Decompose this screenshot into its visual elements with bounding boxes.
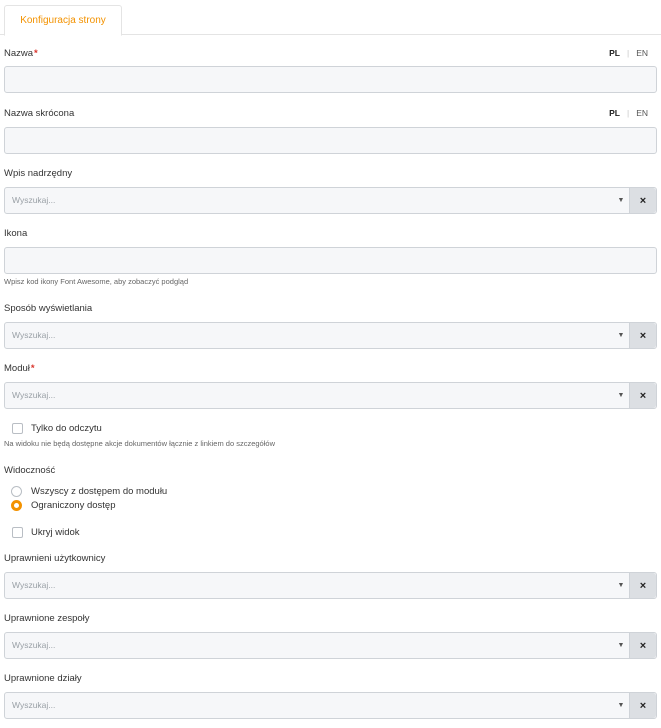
clear-icon[interactable]: ×	[629, 633, 656, 658]
sposob-wyswietlania-label: Sposób wyświetlania	[4, 303, 93, 314]
chevron-down-icon[interactable]: ▼	[613, 693, 629, 718]
select-placeholder: Wyszukaj...	[12, 390, 56, 400]
widocznosc-label: Widoczność	[4, 465, 56, 476]
chevron-down-icon[interactable]: ▼	[613, 633, 629, 658]
nazwa-skrocona-input[interactable]	[4, 127, 657, 154]
chevron-down-icon[interactable]: ▼	[613, 323, 629, 348]
modul-label: Moduł*	[4, 363, 35, 374]
select-placeholder: Wyszukaj...	[12, 330, 56, 340]
wpis-nadrzedny-select[interactable]: Wyszukaj... ▼ ×	[4, 187, 657, 214]
chevron-down-icon[interactable]: ▼	[613, 188, 629, 213]
lang-pl-button[interactable]: PL	[609, 48, 620, 58]
lang-en-button[interactable]: EN	[636, 108, 648, 118]
nazwa-label-text: Nazwa	[4, 48, 34, 59]
radio-wszyscy-label: Wszyscy z dostępem do modułu	[31, 486, 168, 497]
lang-separator: |	[626, 48, 630, 58]
radio-wszyscy[interactable]	[11, 486, 22, 497]
tab-bar: Konfiguracja strony	[0, 0, 661, 36]
lang-separator: |	[626, 108, 630, 118]
ukryj-widok-checkbox[interactable]	[12, 527, 23, 538]
ikona-input[interactable]	[4, 247, 657, 274]
ukryj-widok-label: Ukryj widok	[31, 527, 80, 538]
select-placeholder: Wyszukaj...	[12, 700, 56, 710]
sposob-wyswietlania-select[interactable]: Wyszukaj... ▼ ×	[4, 322, 657, 349]
wpis-nadrzedny-label: Wpis nadrzędny	[4, 168, 73, 179]
select-placeholder: Wyszukaj...	[12, 580, 56, 590]
tab-konfiguracja-strony[interactable]: Konfiguracja strony	[4, 5, 122, 36]
uprawnione-zespoly-select[interactable]: Wyszukaj... ▼ ×	[4, 632, 657, 659]
uprawnione-dzialy-select[interactable]: Wyszukaj... ▼ ×	[4, 692, 657, 719]
clear-icon[interactable]: ×	[629, 573, 656, 598]
uprawnieni-uzytkownicy-label: Uprawnieni użytkownicy	[4, 553, 106, 564]
nazwa-label: Nazwa*	[4, 48, 38, 59]
lang-en-button[interactable]: EN	[636, 48, 648, 58]
clear-icon[interactable]: ×	[629, 383, 656, 408]
select-placeholder: Wyszukaj...	[12, 195, 56, 205]
uprawnione-dzialy-label: Uprawnione działy	[4, 673, 82, 684]
required-mark: *	[34, 48, 38, 59]
clear-icon[interactable]: ×	[629, 693, 656, 718]
modul-label-text: Moduł	[4, 363, 30, 374]
nazwa-skrocona-label: Nazwa skrócona	[4, 108, 75, 119]
uprawnione-zespoly-label: Uprawnione zespoły	[4, 613, 90, 624]
tylko-do-odczytu-help-text: Na widoku nie będą dostępne akcje dokume…	[4, 439, 275, 448]
chevron-down-icon[interactable]: ▼	[613, 573, 629, 598]
select-placeholder: Wyszukaj...	[12, 640, 56, 650]
ikona-help-text: Wpisz kod ikony Font Awesome, aby zobacz…	[4, 277, 189, 286]
chevron-down-icon[interactable]: ▼	[613, 383, 629, 408]
nazwa-input[interactable]	[4, 66, 657, 93]
language-switcher-nazwa: PL | EN	[609, 48, 648, 58]
language-switcher-nazwa-skrocona: PL | EN	[609, 108, 648, 118]
tylko-do-odczytu-label: Tylko do odczytu	[31, 423, 102, 434]
clear-icon[interactable]: ×	[629, 323, 656, 348]
modul-select[interactable]: Wyszukaj... ▼ ×	[4, 382, 657, 409]
uprawnieni-uzytkownicy-select[interactable]: Wyszukaj... ▼ ×	[4, 572, 657, 599]
clear-icon[interactable]: ×	[629, 188, 656, 213]
radio-ograniczony-dostep-label: Ograniczony dostęp	[31, 500, 116, 511]
lang-pl-button[interactable]: PL	[609, 108, 620, 118]
tylko-do-odczytu-checkbox[interactable]	[12, 423, 23, 434]
ikona-label: Ikona	[4, 228, 28, 239]
radio-ograniczony-dostep[interactable]	[11, 500, 22, 511]
required-mark: *	[30, 363, 35, 374]
